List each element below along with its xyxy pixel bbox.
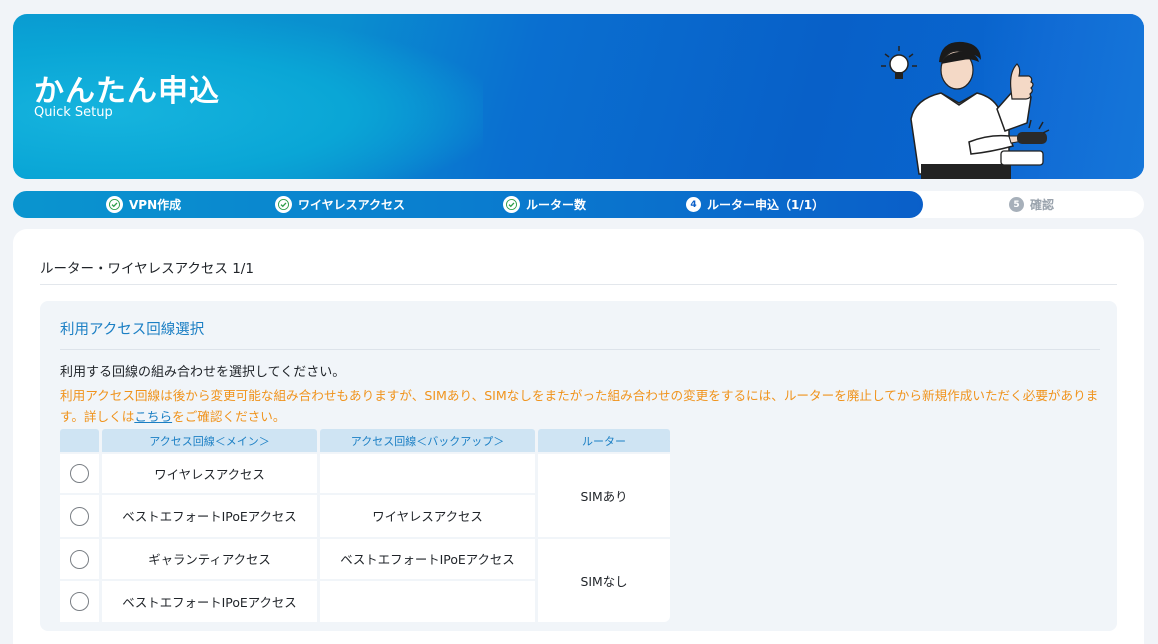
- card-title: ルーター・ワイヤレスアクセス 1/1: [40, 261, 254, 277]
- instruction-text: 利用する回線の組み合わせを選択してください。: [60, 365, 346, 380]
- step-label: ルーター申込（1/1）: [707, 198, 825, 212]
- step-number: 4: [686, 197, 701, 212]
- table-cell-backup: [320, 454, 535, 493]
- header-banner: かんたん申込 Quick Setup: [13, 14, 1144, 179]
- table-row-radio-cell: [60, 454, 99, 493]
- divider: [40, 284, 1117, 285]
- radio-option-4[interactable]: [70, 592, 89, 611]
- lightbulb-icon: [881, 46, 917, 79]
- step-router-application: 4 ルーター申込（1/1）: [686, 191, 824, 218]
- divider: [60, 349, 1100, 350]
- step-confirm: 5 確認: [1009, 191, 1054, 218]
- step-label: ワイヤレスアクセス: [298, 198, 406, 212]
- step-label: VPN作成: [129, 198, 182, 212]
- table-header-router: ルーター: [538, 429, 670, 452]
- table-cell-router: SIMなし: [538, 539, 670, 622]
- check-icon: [503, 196, 520, 213]
- table-cell-backup: [320, 581, 535, 622]
- step-label: ルーター数: [526, 198, 587, 212]
- step-number: 5: [1009, 197, 1024, 212]
- page-title: かんたん申込: [34, 74, 220, 109]
- access-line-selection-section: 利用アクセス回線選択 利用する回線の組み合わせを選択してください。 利用アクセス…: [40, 301, 1117, 631]
- progress-stepper: VPN作成 ワイヤレスアクセス ルーター数 4 ルーター申込（1/1） 5 確認: [13, 191, 1144, 218]
- table-cell-main: ベストエフォートIPoEアクセス: [102, 495, 317, 537]
- warning-text: 利用アクセス回線は後から変更可能な組み合わせもありますが、SIMあり、SIMなし…: [60, 385, 1100, 427]
- person-thumbs-up-illustration: [881, 41, 1050, 179]
- table-cell-main: ギャランティアクセス: [102, 539, 317, 579]
- page-subtitle: Quick Setup: [34, 105, 113, 120]
- details-link[interactable]: こちら: [134, 409, 172, 424]
- table-header-backup: アクセス回線＜バックアップ＞: [320, 429, 535, 452]
- step-label: 確認: [1030, 198, 1055, 212]
- radio-option-3[interactable]: [70, 549, 89, 569]
- table-cell-backup: ベストエフォートIPoEアクセス: [320, 539, 535, 579]
- step-router-count: ルーター数: [503, 191, 586, 218]
- table-cell-main: ベストエフォートIPoEアクセス: [102, 581, 317, 622]
- radio-option-1[interactable]: [70, 464, 89, 483]
- radio-option-2[interactable]: [70, 506, 89, 526]
- step-vpn: VPN作成: [106, 191, 181, 218]
- table-header-main: アクセス回線＜メイン＞: [102, 429, 317, 452]
- check-icon: [106, 196, 123, 213]
- table-row-radio-cell: [60, 539, 99, 579]
- step-wireless-access: ワイヤレスアクセス: [275, 191, 405, 218]
- warning-text-after: をご確認ください。: [172, 409, 286, 424]
- table-row-radio-cell: [60, 581, 99, 622]
- table-cell-main: ワイヤレスアクセス: [102, 454, 317, 493]
- main-card: ルーター・ワイヤレスアクセス 1/1 利用アクセス回線選択 利用する回線の組み合…: [13, 229, 1144, 644]
- table-row-radio-cell: [60, 495, 99, 537]
- table-cell-backup: ワイヤレスアクセス: [320, 495, 535, 537]
- section-title: 利用アクセス回線選択: [60, 322, 205, 338]
- check-icon: [275, 196, 292, 213]
- table-cell-router: SIMあり: [538, 454, 670, 537]
- table-header-radio: [60, 429, 99, 452]
